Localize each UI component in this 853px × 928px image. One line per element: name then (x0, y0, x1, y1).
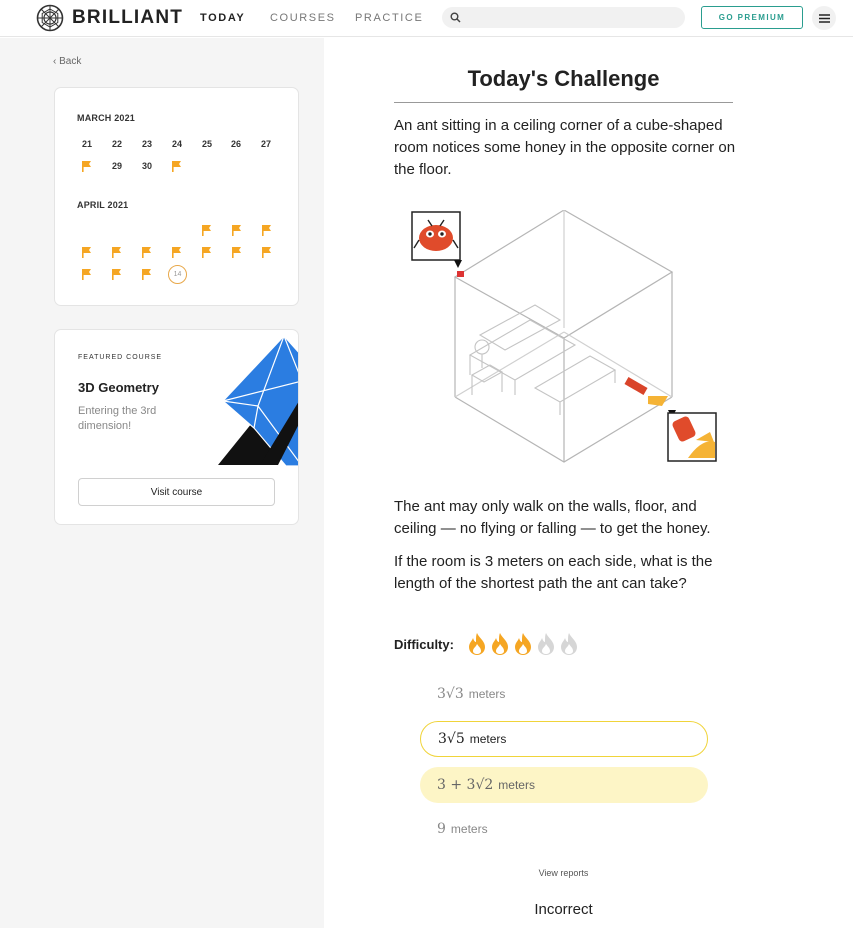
flag-icon (172, 247, 181, 258)
calendar-day[interactable]: 29 (107, 161, 127, 171)
flag-icon (202, 247, 211, 258)
option-value: 3√3 (437, 686, 464, 702)
option-unit: meters (450, 822, 488, 836)
flag-icon (112, 247, 121, 258)
difficulty-label: Difficulty: (394, 636, 454, 652)
page-title: Today's Challenge (467, 66, 660, 91)
answer-option-selected[interactable]: 3√5 meters (420, 721, 708, 757)
ant-cube-illustration (411, 210, 717, 463)
calendar-day[interactable]: 24 (167, 139, 187, 149)
flag-icon (262, 225, 271, 236)
difficulty-rating: Difficulty: (394, 632, 581, 656)
flag-icon (142, 269, 151, 280)
difficulty-flames (466, 632, 581, 656)
result-status: Incorrect (534, 901, 593, 918)
flag-icon (232, 247, 241, 258)
april-label: APRIL 2021 (77, 200, 129, 210)
brand-name[interactable]: BRILLIANT (72, 7, 183, 29)
go-premium-button[interactable]: GO PREMIUM (701, 6, 803, 29)
geometry-course-illustration (218, 336, 298, 467)
flag-icon (142, 247, 151, 258)
nav-practice[interactable]: PRACTICE (355, 12, 423, 24)
flame-icon-filled (514, 633, 531, 655)
flame-icon-filled (491, 633, 508, 655)
visit-course-button[interactable]: Visit course (78, 478, 275, 506)
problem-rule: The ant may only walk on the walls, floo… (394, 498, 711, 537)
today-day[interactable]: 14 (168, 265, 187, 284)
problem-question: If the room is 3 meters on each side, wh… (394, 553, 713, 592)
calendar-day[interactable]: 23 (137, 139, 157, 149)
flame-icon-empty (537, 633, 554, 655)
option-value: 3 + 3√2 (437, 777, 494, 793)
answer-option[interactable]: 3√3 meters (420, 676, 708, 712)
featured-course-card: FEATURED COURSE 3D Geometry Entering the… (54, 329, 299, 525)
back-label: Back (59, 56, 82, 67)
nav-today[interactable]: TODAY (200, 12, 245, 24)
flame-icon-filled (468, 633, 485, 655)
sidebar: ‹ Back MARCH 2021 21 22 23 24 25 26 27 2… (0, 38, 324, 928)
calendar-day[interactable]: 25 (197, 139, 217, 149)
flag-icon (82, 247, 91, 258)
flag-icon (112, 269, 121, 280)
calendar-day[interactable]: 22 (107, 139, 127, 149)
featured-course-label: FEATURED COURSE (78, 354, 163, 361)
hamburger-icon (818, 13, 830, 23)
flag-icon (82, 161, 91, 172)
flame-icon-empty (560, 633, 577, 655)
march-label: MARCH 2021 (77, 113, 136, 123)
calendar-day[interactable]: 21 (77, 139, 97, 149)
calendar-day[interactable]: 27 (256, 139, 276, 149)
flag-icon (262, 247, 271, 258)
top-header: BRILLIANT TODAY COURSES PRACTICE GO PREM… (0, 0, 853, 37)
course-description: Entering the 3rd dimension! (78, 405, 157, 432)
challenge-panel: Today's Challenge An ant sitting in a ce… (324, 38, 853, 928)
option-unit: meters (498, 778, 535, 792)
answer-option[interactable]: 9 meters (420, 811, 708, 847)
calendar-day[interactable]: 26 (226, 139, 246, 149)
view-reports-link[interactable]: View reports (394, 868, 733, 878)
calendar-day[interactable]: 30 (137, 161, 157, 171)
flag-icon (202, 225, 211, 236)
option-unit: meters (469, 732, 507, 746)
back-link[interactable]: ‹ Back (53, 56, 81, 67)
search-icon (450, 12, 461, 23)
calendar-card: MARCH 2021 21 22 23 24 25 26 27 29 30 AP… (54, 87, 299, 306)
course-title[interactable]: 3D Geometry (78, 380, 159, 395)
brilliant-logo-icon[interactable] (36, 4, 64, 32)
flag-icon (82, 269, 91, 280)
title-divider (394, 102, 733, 103)
nav-courses[interactable]: COURSES (270, 12, 336, 24)
problem-intro: An ant sitting in a ceiling corner of a … (394, 117, 736, 178)
option-value: 9 (437, 821, 446, 837)
flag-icon (172, 161, 181, 172)
flag-icon (232, 225, 241, 236)
search-input[interactable] (442, 7, 685, 28)
option-unit: meters (468, 687, 506, 701)
option-value: 3√5 (438, 731, 465, 747)
menu-button[interactable] (812, 6, 836, 30)
answer-option-correct[interactable]: 3 + 3√2 meters (420, 767, 708, 803)
